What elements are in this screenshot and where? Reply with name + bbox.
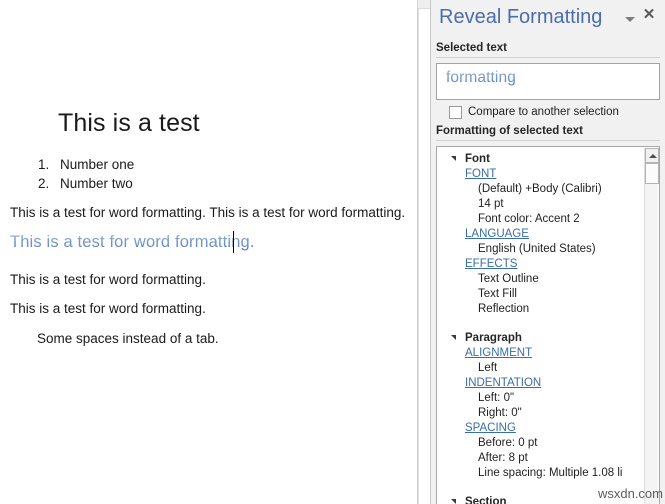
document-paragraph: Some spaces instead of a tab. xyxy=(37,331,219,346)
formatting-value: Left: 0" xyxy=(478,392,515,404)
formatting-category-link[interactable]: EFFECTS xyxy=(437,257,517,272)
formatting-category-link[interactable]: SPACING xyxy=(437,421,516,436)
reveal-formatting-pane: Reveal Formatting ✕ Selected text format… xyxy=(430,0,665,504)
divider xyxy=(436,140,660,141)
formatting-category-link[interactable]: INDENTATION xyxy=(437,376,541,391)
formatting-value: (Default) +Body (Calibri) xyxy=(478,183,602,195)
document-styled-paragraph: This is a test for word formatting. This… xyxy=(10,233,255,267)
chevron-down-icon[interactable] xyxy=(624,13,636,25)
styled-text: This is a test for word formatting. xyxy=(10,233,255,251)
close-icon[interactable]: ✕ xyxy=(641,7,657,23)
formatting-value: Font color: Accent 2 xyxy=(478,213,580,225)
formatting-value: 14 pt xyxy=(478,198,504,210)
document-canvas[interactable]: This is a test 1. Number one 2. Number t… xyxy=(0,0,430,504)
formatting-group-label: Paragraph xyxy=(465,332,522,344)
formatting-value: English (United States) xyxy=(478,243,596,255)
scrollbar-thumb[interactable] xyxy=(645,163,659,184)
text-cursor xyxy=(233,231,234,253)
document-scrollbar-top-cap[interactable] xyxy=(418,0,430,9)
formatting-value: Text Fill xyxy=(478,288,517,300)
compare-to-another-selection-row[interactable]: Compare to another selection xyxy=(436,104,619,120)
formatting-details-content: Font FONT (Default) +Body (Calibri) 14 pt Fo… xyxy=(437,147,647,504)
list-item-number: 1. xyxy=(38,157,50,172)
formatting-group-font[interactable]: Font xyxy=(437,151,647,167)
document-paragraph: This is a test for word formatting. xyxy=(10,301,206,316)
document-paragraph: This is a test for word formatting. xyxy=(10,272,206,287)
formatting-value: Line spacing: Multiple 1.08 li xyxy=(478,467,623,479)
compare-label: Compare to another selection xyxy=(468,106,619,118)
document-page[interactable]: This is a test 1. Number one 2. Number t… xyxy=(0,0,414,504)
formatting-value: Text Outline xyxy=(478,273,539,285)
list-item-label: Number one xyxy=(60,157,135,172)
collapse-triangle-icon[interactable] xyxy=(451,499,456,504)
formatting-details-list[interactable]: Font FONT (Default) +Body (Calibri) 14 pt Fo… xyxy=(436,146,660,504)
list-item-label: Number two xyxy=(60,176,133,191)
collapse-triangle-icon[interactable] xyxy=(451,335,456,340)
formatting-of-selected-text-label: Formatting of selected text xyxy=(436,125,583,137)
formatting-value: Reflection xyxy=(478,303,530,315)
list-item: 1. Number one xyxy=(38,157,238,174)
document-scrollbar[interactable] xyxy=(418,0,430,504)
document-heading: This is a test xyxy=(58,109,200,137)
formatting-list-scrollbar[interactable] xyxy=(644,148,659,504)
list-item: 2. Number two xyxy=(38,176,238,193)
list-item-number: 2. xyxy=(38,176,50,191)
formatting-value: Left xyxy=(478,362,498,374)
collapse-triangle-icon[interactable] xyxy=(451,156,456,161)
formatting-value: Before: 0 pt xyxy=(478,437,538,449)
word-window: This is a test 1. Number one 2. Number t… xyxy=(0,0,665,504)
formatting-group-label: Section xyxy=(465,496,507,504)
compare-checkbox[interactable] xyxy=(449,105,462,119)
formatting-category-link[interactable]: ALIGNMENT xyxy=(437,346,532,361)
divider xyxy=(436,57,660,58)
selected-text-preview-box[interactable]: formatting formatting xyxy=(436,63,660,100)
selected-text-label: Selected text xyxy=(436,42,507,54)
formatting-group-paragraph[interactable]: Paragraph xyxy=(437,330,647,346)
document-paragraph: This is a test for word formatting. This… xyxy=(10,205,406,220)
selected-text-value: formatting xyxy=(446,69,516,86)
pane-title: Reveal Formatting xyxy=(439,6,603,28)
formatting-category-link[interactable]: FONT xyxy=(437,167,496,182)
watermark: wsxdn.com xyxy=(597,486,663,501)
formatting-value: After: 8 pt xyxy=(478,452,528,464)
formatting-value: Right: 0" xyxy=(478,407,522,419)
formatting-group-label: Font xyxy=(465,153,490,165)
scroll-up-arrow-icon[interactable] xyxy=(645,148,659,163)
formatting-category-link[interactable]: LANGUAGE xyxy=(437,227,529,242)
